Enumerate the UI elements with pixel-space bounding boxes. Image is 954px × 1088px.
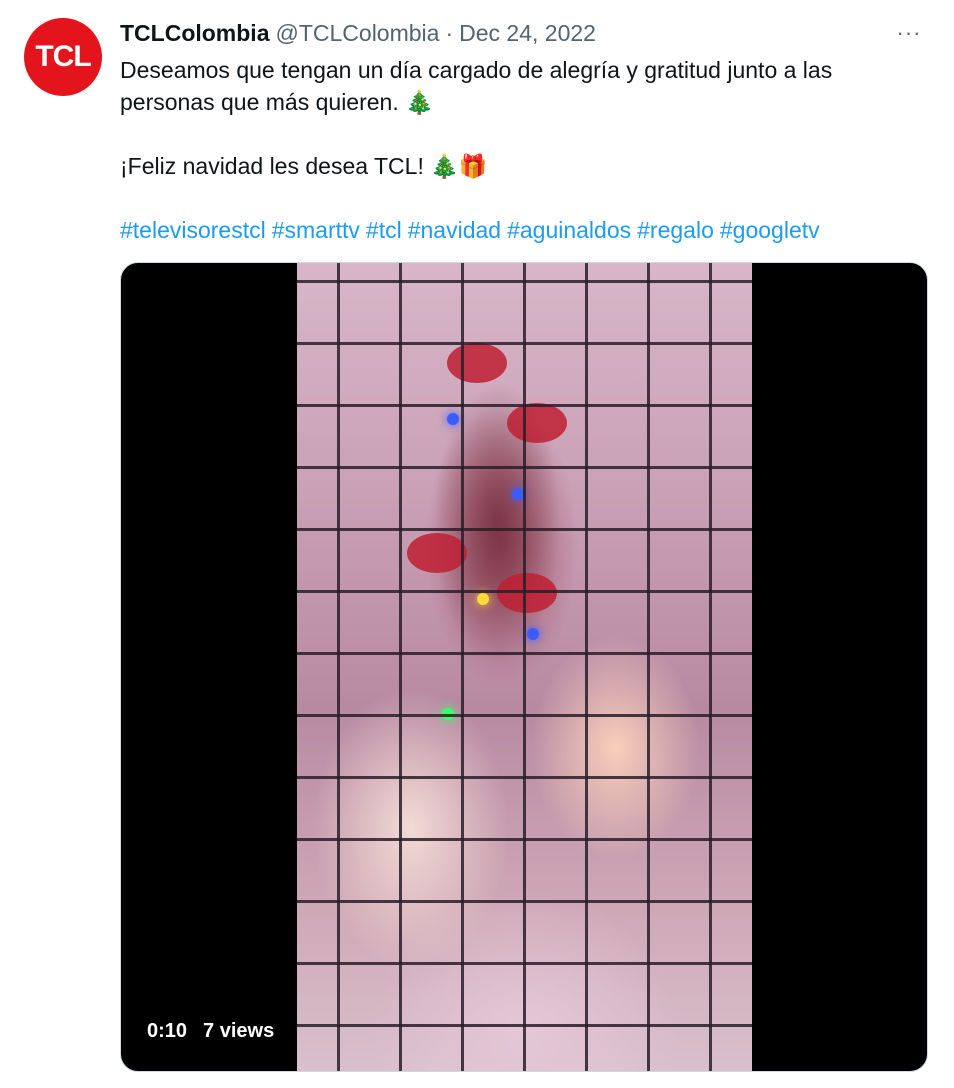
video-player[interactable]: 0:10 7 views	[120, 262, 928, 1072]
hashtag-link[interactable]: #televisorestcl	[120, 217, 266, 243]
video-views: 7 views	[203, 1020, 275, 1042]
avatar[interactable]: TCL	[24, 18, 102, 96]
hashtag-link[interactable]: #aguinaldos	[507, 217, 631, 243]
hashtag-link[interactable]: #smarttv	[272, 217, 360, 243]
hashtag-link[interactable]: #tcl	[366, 217, 402, 243]
video-duration: 0:10	[147, 1020, 188, 1042]
video-frame[interactable]	[297, 263, 752, 1071]
separator-dot: ·	[445, 19, 454, 46]
author-handle[interactable]: @TCLColombia	[276, 20, 440, 47]
hashtag-link[interactable]: #regalo	[637, 217, 714, 243]
tweet-text-line-1: Deseamos que tengan un día cargado de al…	[120, 57, 833, 115]
more-options-icon[interactable]: ···	[894, 18, 924, 48]
tweet-text: Deseamos que tengan un día cargado de al…	[120, 54, 920, 246]
tweet-date[interactable]: Dec 24, 2022	[459, 20, 596, 47]
hashtag-link[interactable]: #googletv	[720, 217, 820, 243]
tweet-header: TCLColombia @TCLColombia · Dec 24, 2022 …	[120, 18, 924, 48]
hashtag-list: #televisorestcl #smarttv #tcl #navidad #agui…	[120, 214, 920, 246]
video-info: 0:10 7 views	[147, 1020, 274, 1043]
tweet-card: TCL TCLColombia @TCLColombia · Dec 24, 2…	[0, 0, 954, 1088]
tweet-text-line-2: ¡Feliz navidad les desea TCL! 🎄🎁	[120, 153, 488, 179]
grid-overlay	[297, 263, 752, 1071]
tcl-logo: TCL	[35, 40, 91, 73]
hashtag-link[interactable]: #navidad	[408, 217, 501, 243]
author-name[interactable]: TCLColombia	[120, 20, 270, 47]
